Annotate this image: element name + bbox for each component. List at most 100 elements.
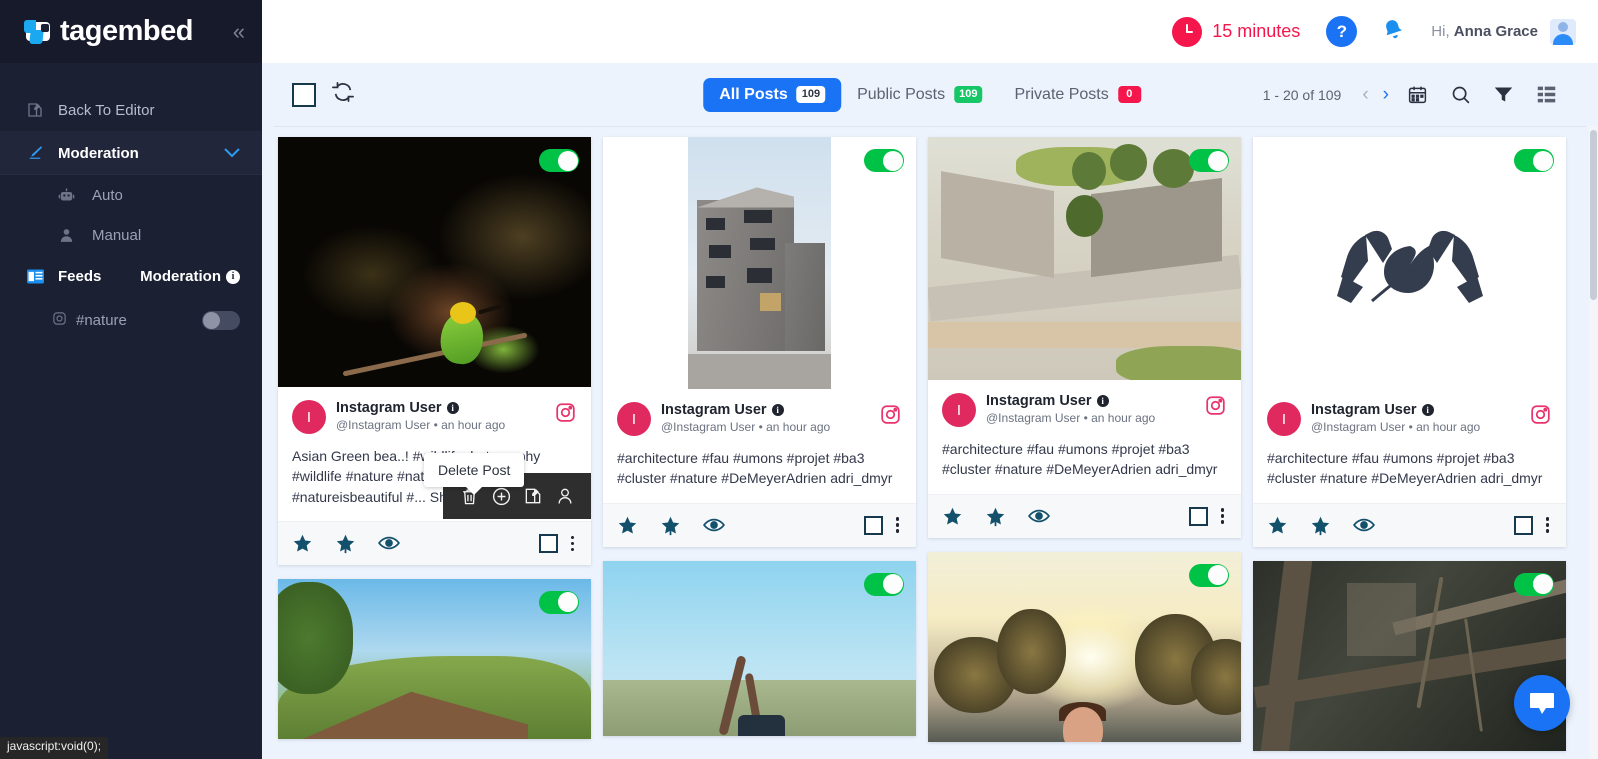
sidebar-feed-nature[interactable]: #nature <box>0 298 262 342</box>
pin-star-icon[interactable] <box>1310 515 1331 536</box>
prev-page-button[interactable]: ‹ <box>1355 84 1375 106</box>
feeds-moderation-label: Moderation <box>140 268 221 285</box>
post-select-checkbox[interactable] <box>1188 506 1208 526</box>
top-bar: 15 minutes ? Hi, Anna Grace <box>262 0 1598 63</box>
post-visibility-toggle[interactable] <box>539 149 579 172</box>
post-media[interactable] <box>1253 137 1566 389</box>
post-visibility-toggle[interactable] <box>1514 149 1554 172</box>
post-select-checkbox[interactable] <box>538 533 558 553</box>
post-visibility-toggle[interactable] <box>1189 149 1229 172</box>
calendar-icon[interactable] <box>1396 84 1439 105</box>
post-visibility-toggle[interactable] <box>864 149 904 172</box>
delete-post-tooltip: Delete Post <box>424 453 525 495</box>
pin-star-icon[interactable] <box>985 506 1006 527</box>
post-visibility-toggle[interactable] <box>539 590 579 614</box>
brand-name: tagembed <box>60 15 193 47</box>
search-icon[interactable] <box>1439 84 1482 105</box>
scrollbar-thumb[interactable] <box>1590 130 1597 300</box>
author-avatar: I <box>292 400 326 434</box>
star-icon[interactable] <box>292 533 313 554</box>
pin-star-icon[interactable] <box>660 515 681 536</box>
tab-private-posts[interactable]: Private Posts 0 <box>998 78 1156 112</box>
star-icon[interactable] <box>617 515 638 536</box>
sidebar-item-auto[interactable]: Auto <box>0 175 262 215</box>
star-icon[interactable] <box>942 506 963 527</box>
kebab-menu-icon[interactable] <box>1218 506 1228 526</box>
author-avatar: I <box>617 402 651 436</box>
kebab-menu-icon[interactable] <box>568 534 578 554</box>
info-icon[interactable]: i <box>1096 395 1109 407</box>
pin-star-icon[interactable] <box>335 533 356 554</box>
post-select-checkbox[interactable] <box>863 515 883 535</box>
chevron-down-icon[interactable] <box>224 146 240 161</box>
sidebar-item-label: Back To Editor <box>58 101 155 119</box>
eye-icon[interactable] <box>1353 516 1375 534</box>
post-select-checkbox[interactable] <box>1513 515 1533 535</box>
toolbar-right: 1 - 20 of 109 ‹ › <box>1263 84 1568 106</box>
post-card[interactable] <box>278 578 591 739</box>
grid-layout-icon[interactable] <box>1525 84 1568 105</box>
avatar[interactable] <box>1550 18 1576 45</box>
kebab-menu-icon[interactable] <box>1543 515 1553 535</box>
post-media[interactable] <box>928 551 1241 742</box>
eye-icon[interactable] <box>378 534 400 552</box>
post-author: I Instagram User i @Instagram User • an … <box>1253 389 1566 440</box>
post-card[interactable] <box>928 551 1241 742</box>
post-card[interactable]: I Instagram User i @Instagram User • an … <box>603 137 916 547</box>
post-card[interactable] <box>603 560 916 736</box>
refresh-icon[interactable] <box>332 81 354 108</box>
building-photo <box>603 137 916 389</box>
post-media[interactable] <box>603 560 916 736</box>
star-icon[interactable] <box>1267 515 1288 536</box>
user-icon[interactable] <box>549 481 581 511</box>
sidebar: tagembed « Back To Editor Moderation Aut… <box>0 0 262 759</box>
post-media[interactable] <box>603 137 916 389</box>
user-name: Anna Grace <box>1453 23 1538 40</box>
greeting: Hi, Anna Grace <box>1431 23 1538 40</box>
filter-icon[interactable] <box>1482 84 1525 105</box>
post-visibility-toggle[interactable] <box>1189 563 1229 587</box>
post-card[interactable]: I Instagram User i @Instagram User • an … <box>928 137 1241 538</box>
pen-icon <box>26 144 58 162</box>
sidebar-item-feeds[interactable]: Feeds Moderation i <box>0 255 262 298</box>
select-all-checkbox[interactable] <box>292 82 316 107</box>
info-icon[interactable]: i <box>771 404 784 416</box>
tab-all-posts[interactable]: All Posts 109 <box>703 77 842 112</box>
post-media[interactable] <box>278 578 591 739</box>
instagram-icon <box>880 404 902 430</box>
info-icon[interactable]: i <box>226 269 240 284</box>
post-actions <box>928 493 1241 538</box>
instagram-icon <box>52 311 67 330</box>
sidebar-feeds-label: Feeds <box>58 268 102 285</box>
bell-icon[interactable] <box>1381 17 1405 46</box>
author-name: Instagram User <box>661 402 767 418</box>
post-media[interactable] <box>1253 560 1566 751</box>
info-icon[interactable]: i <box>446 402 459 414</box>
feed-toggle[interactable] <box>202 310 240 330</box>
sidebar-item-moderation[interactable]: Moderation <box>0 132 262 175</box>
tab-public-posts[interactable]: Public Posts 109 <box>841 78 998 112</box>
feeds-moderation-tag: Moderation i <box>140 268 240 285</box>
post-card[interactable]: I Instagram User i @Instagram User • an … <box>1253 137 1566 547</box>
kebab-menu-icon[interactable] <box>893 515 903 535</box>
content-area: All Posts 109 Public Posts 109 Private P… <box>262 63 1598 759</box>
next-page-button[interactable]: › <box>1376 84 1396 106</box>
post-card[interactable]: I Instagram User i @Instagram User • an … <box>278 137 591 565</box>
eye-icon[interactable] <box>703 516 725 534</box>
post-media[interactable] <box>928 137 1241 380</box>
post-actions <box>603 502 916 547</box>
post-visibility-toggle[interactable] <box>864 572 904 596</box>
post-visibility-toggle[interactable] <box>1514 572 1554 596</box>
post-filter-tabs: All Posts 109 Public Posts 109 Private P… <box>703 77 1157 112</box>
help-button[interactable]: ? <box>1326 16 1358 47</box>
author-meta: @Instagram User • an hour ago <box>336 418 506 432</box>
chat-bubble-icon[interactable] <box>1514 675 1570 731</box>
vertical-scrollbar[interactable] <box>1589 126 1598 759</box>
sidebar-collapse-icon[interactable]: « <box>227 17 248 47</box>
sidebar-item-back-to-editor[interactable]: Back To Editor <box>0 89 262 132</box>
post-media[interactable] <box>278 137 591 387</box>
info-icon[interactable]: i <box>1421 404 1434 416</box>
sidebar-item-manual[interactable]: Manual <box>0 215 262 255</box>
post-card[interactable] <box>1253 560 1566 751</box>
eye-icon[interactable] <box>1028 507 1050 525</box>
